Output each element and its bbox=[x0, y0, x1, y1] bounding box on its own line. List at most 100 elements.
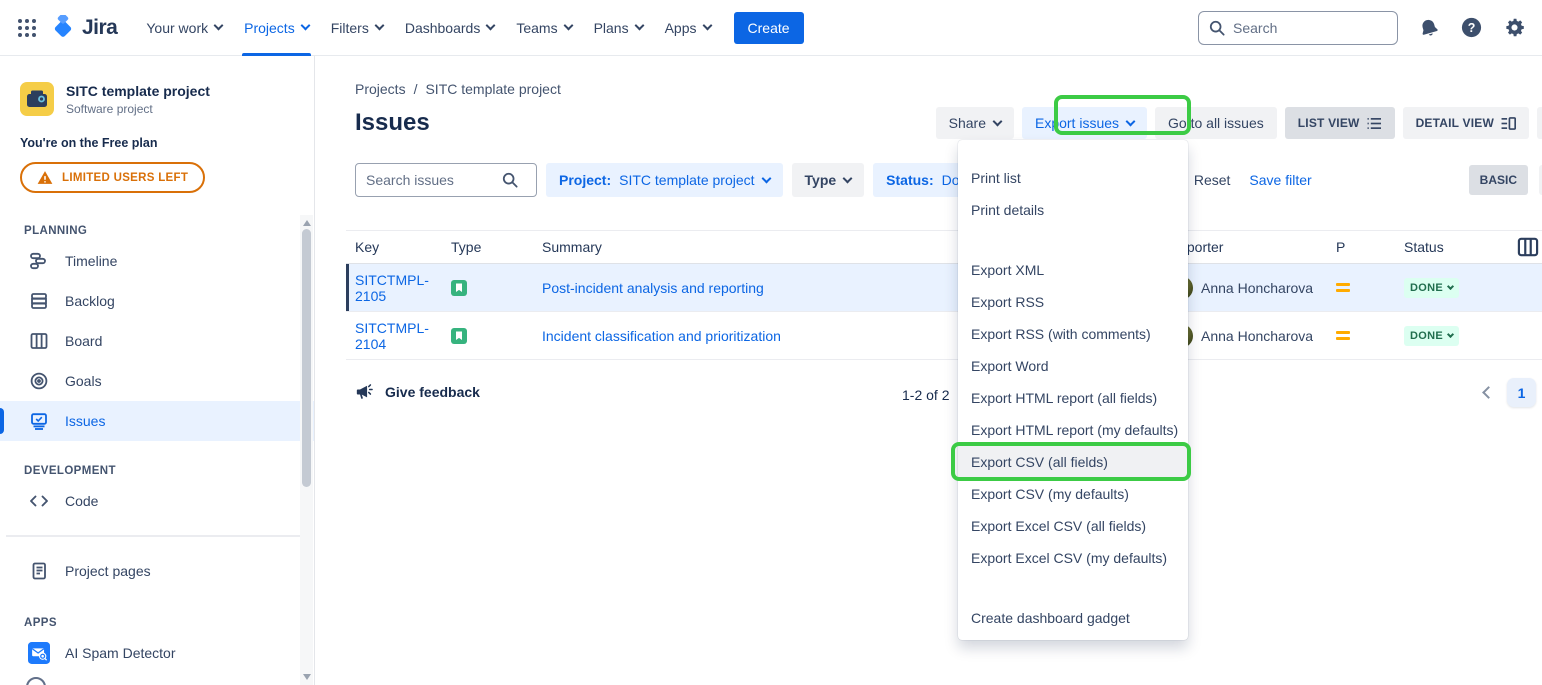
menu-item-export-rss[interactable]: Export RSS bbox=[958, 286, 1188, 318]
nav-filters[interactable]: Filters bbox=[320, 0, 394, 56]
chevron-down-icon bbox=[300, 21, 310, 31]
sidebar-item-board[interactable]: Board bbox=[0, 321, 314, 361]
menu-item-export-excel-csv-defaults[interactable]: Export Excel CSV (my defaults) bbox=[958, 542, 1188, 574]
nav-projects[interactable]: Projects bbox=[233, 0, 320, 56]
limited-users-badge[interactable]: LIMITED USERS LEFT bbox=[20, 162, 205, 193]
search-issues-field[interactable] bbox=[355, 163, 537, 197]
table-header-row: Key Type Summary Reporter P Status bbox=[346, 230, 1542, 264]
sidebar-item-goals[interactable]: Goals bbox=[0, 361, 314, 401]
nav-plans[interactable]: Plans bbox=[583, 0, 654, 56]
menu-item-export-csv-defaults[interactable]: Export CSV (my defaults) bbox=[958, 478, 1188, 510]
jira-logo-text: Jira bbox=[82, 16, 117, 40]
column-header-type[interactable]: Type bbox=[451, 239, 542, 255]
column-header-status[interactable]: Status bbox=[1404, 239, 1517, 255]
table-row[interactable]: SITCTMPL-2105 Post-incident analysis and… bbox=[346, 264, 1542, 312]
search-icon bbox=[1209, 20, 1225, 36]
save-filter-button[interactable]: Save filter bbox=[1249, 172, 1311, 188]
nav-dashboards[interactable]: Dashboards bbox=[394, 0, 506, 56]
list-view-button[interactable]: LIST VIEW bbox=[1285, 107, 1395, 139]
type-filter-chip[interactable]: Type bbox=[792, 163, 865, 197]
column-header-priority[interactable]: P bbox=[1336, 239, 1404, 255]
nav-your-work[interactable]: Your work bbox=[135, 0, 233, 56]
detail-view-icon bbox=[1501, 117, 1516, 130]
chevron-down-icon bbox=[761, 173, 771, 183]
reset-filters-button[interactable]: Reset bbox=[1194, 172, 1231, 188]
status-badge[interactable]: DONE bbox=[1404, 326, 1459, 346]
issue-key-link[interactable]: SITCTMPL-2105 bbox=[355, 272, 451, 304]
go-to-all-issues-button[interactable]: Go to all issues bbox=[1155, 107, 1277, 139]
svg-text:?: ? bbox=[1468, 21, 1476, 35]
menu-item-export-html-all[interactable]: Export HTML report (all fields) bbox=[958, 382, 1188, 414]
reporter-name: Anna Honcharova bbox=[1201, 328, 1313, 344]
development-section-header: DEVELOPMENT bbox=[0, 465, 314, 481]
project-avatar bbox=[20, 82, 54, 116]
global-search[interactable] bbox=[1198, 11, 1398, 45]
scroll-down-arrow-icon[interactable] bbox=[303, 674, 311, 680]
top-navbar: Jira Your work Projects Filters Dashboar… bbox=[0, 0, 1542, 56]
list-view-icon bbox=[1367, 117, 1382, 130]
chevron-down-icon bbox=[214, 21, 224, 31]
backlog-icon bbox=[28, 290, 50, 312]
configure-columns-icon[interactable] bbox=[1517, 237, 1539, 257]
project-sidebar: SITC template project Software project Y… bbox=[0, 56, 315, 685]
breadcrumb-current-project[interactable]: SITC template project bbox=[425, 81, 560, 97]
help-icon[interactable]: ? bbox=[1460, 16, 1483, 39]
sidebar-item-issues[interactable]: Issues bbox=[0, 401, 314, 441]
reporter-name: Anna Honcharova bbox=[1201, 280, 1313, 296]
issues-icon bbox=[28, 410, 50, 432]
sidebar-item-timeline[interactable]: Timeline bbox=[0, 241, 314, 281]
chevron-down-icon bbox=[486, 21, 496, 31]
create-button[interactable]: Create bbox=[734, 12, 804, 44]
menu-item-export-csv-all[interactable]: Export CSV (all fields) bbox=[958, 446, 1188, 478]
give-feedback-button[interactable]: Give feedback bbox=[355, 382, 480, 402]
settings-gear-icon[interactable] bbox=[1503, 16, 1526, 39]
sidebar-item-code[interactable]: Code bbox=[0, 481, 314, 521]
sidebar-scrollbar[interactable] bbox=[300, 215, 313, 685]
chevron-left-icon[interactable] bbox=[1482, 386, 1495, 399]
menu-item-export-rss-comments[interactable]: Export RSS (with comments) bbox=[958, 318, 1188, 350]
search-issues-input[interactable] bbox=[366, 172, 496, 188]
table-row[interactable]: SITCTMPL-2104 Incident classification an… bbox=[346, 312, 1542, 360]
status-badge[interactable]: DONE bbox=[1404, 278, 1459, 298]
menu-item-print-details[interactable]: Print details bbox=[958, 194, 1188, 226]
export-issues-button[interactable]: Export issues bbox=[1022, 107, 1147, 139]
story-icon bbox=[451, 328, 467, 344]
nav-apps[interactable]: Apps bbox=[654, 0, 722, 56]
share-button[interactable]: Share bbox=[936, 107, 1014, 139]
breadcrumb-projects[interactable]: Projects bbox=[355, 81, 406, 97]
menu-section-gap bbox=[958, 574, 1188, 602]
jira-logo[interactable]: Jira bbox=[50, 15, 117, 41]
breadcrumb: Projects / SITC template project bbox=[355, 81, 1542, 97]
menu-item-export-word[interactable]: Export Word bbox=[958, 350, 1188, 382]
export-issues-menu: Print list Print details Export XML Expo… bbox=[958, 140, 1188, 640]
detail-view-button[interactable]: DETAIL VIEW bbox=[1403, 107, 1529, 139]
nav-teams[interactable]: Teams bbox=[505, 0, 582, 56]
project-type: Software project bbox=[66, 102, 210, 116]
menu-item-create-dashboard-gadget[interactable]: Create dashboard gadget bbox=[958, 602, 1188, 634]
search-icon bbox=[502, 172, 518, 188]
sidebar-item-ai-spam-detector[interactable]: AI Spam Detector bbox=[0, 633, 314, 673]
issue-type-cell bbox=[451, 328, 542, 344]
menu-item-print-list[interactable]: Print list bbox=[958, 162, 1188, 194]
sidebar-scrollbar-thumb[interactable] bbox=[302, 229, 311, 487]
sidebar-item-project-pages[interactable]: Project pages bbox=[0, 551, 314, 591]
menu-item-export-html-defaults[interactable]: Export HTML report (my defaults) bbox=[958, 414, 1188, 446]
timeline-icon bbox=[28, 250, 50, 272]
goals-icon bbox=[28, 370, 50, 392]
project-header: SITC template project Software project bbox=[0, 56, 314, 116]
app-switcher-icon[interactable] bbox=[14, 15, 40, 41]
project-filter-chip[interactable]: Project:SITC template project bbox=[546, 163, 783, 197]
column-header-key[interactable]: Key bbox=[355, 239, 451, 255]
sidebar-item-backlog[interactable]: Backlog bbox=[0, 281, 314, 321]
issue-key-link[interactable]: SITCTMPL-2104 bbox=[355, 320, 451, 352]
page-number-button[interactable]: 1 bbox=[1507, 378, 1536, 407]
menu-item-export-excel-csv-all[interactable]: Export Excel CSV (all fields) bbox=[958, 510, 1188, 542]
chevron-down-icon bbox=[993, 116, 1003, 126]
issues-table: Key Type Summary Reporter P Status SITCT… bbox=[346, 230, 1542, 360]
menu-item-export-xml[interactable]: Export XML bbox=[958, 254, 1188, 286]
notifications-bell-icon[interactable] bbox=[1418, 17, 1440, 39]
more-views-button[interactable] bbox=[1537, 107, 1542, 139]
basic-mode-toggle[interactable]: BASIC bbox=[1469, 165, 1528, 195]
global-search-input[interactable] bbox=[1233, 20, 1373, 36]
scroll-up-arrow-icon[interactable] bbox=[303, 220, 311, 226]
